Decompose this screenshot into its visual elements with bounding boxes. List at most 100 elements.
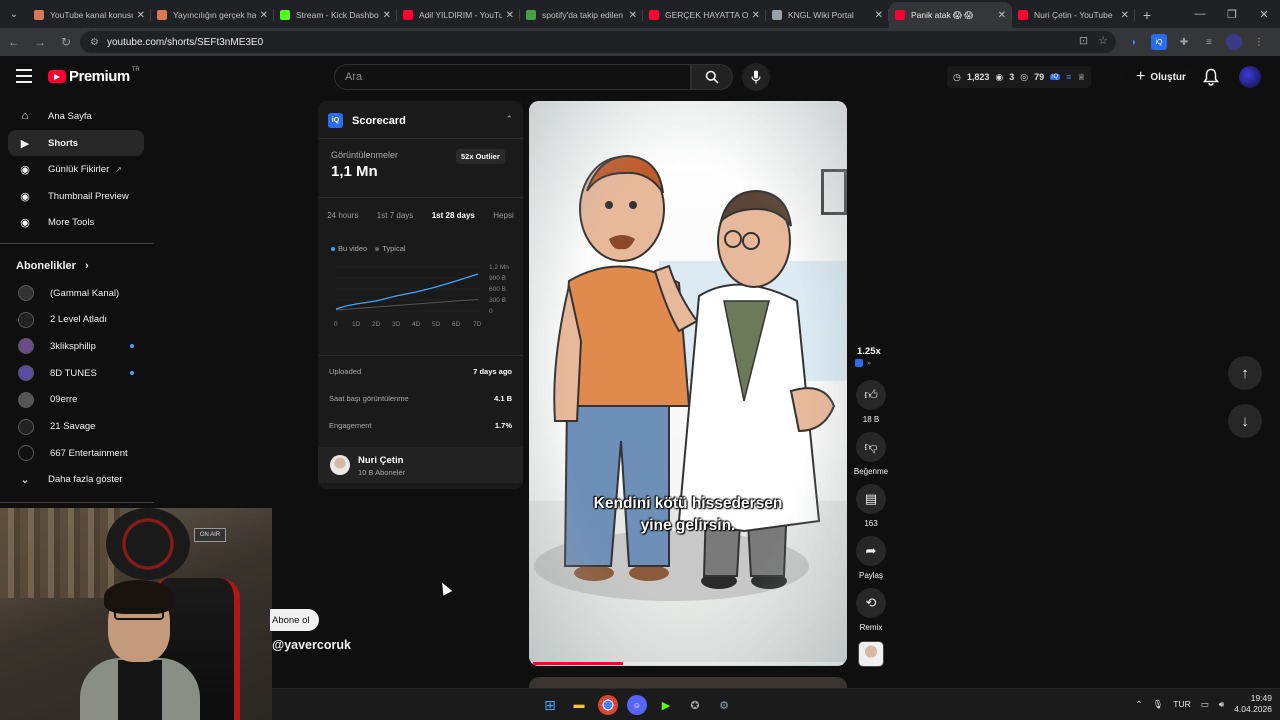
close-tab-icon[interactable]: ✕ xyxy=(137,10,145,21)
comments-button[interactable]: ▤ 163 xyxy=(852,484,890,528)
subscription-channel[interactable]: 8D TUNES xyxy=(8,360,144,386)
subscribe-button[interactable]: Abone ol xyxy=(270,609,319,631)
sidebar-item-shorts[interactable]: ▶ Shorts xyxy=(8,130,144,156)
forward-button[interactable]: → xyxy=(28,30,52,54)
share-button[interactable]: ➦ Paylaş xyxy=(852,536,890,580)
subscription-channel[interactable]: 09erre xyxy=(8,387,144,413)
browser-tab[interactable]: Stream - Kick Dashboard ✕ xyxy=(274,2,397,28)
more-menu-icon[interactable]: ⋮ xyxy=(1251,34,1267,50)
vidiq-stats-bar[interactable]: ◷ 1,823 ◉ 3 ◎ 79 iQ ≡ ♕ xyxy=(947,66,1092,88)
minimize-button[interactable]: — xyxy=(1184,0,1216,28)
browser-tab[interactable]: GERÇEK HAYATTA OYUN ✕ xyxy=(643,2,766,28)
profile-icon[interactable] xyxy=(1226,34,1242,50)
scorecard-channel[interactable]: Nuri Çetin 10 B Aboneler xyxy=(318,447,523,483)
media-controls-icon[interactable]: ≡ xyxy=(1201,34,1217,50)
speed-controls[interactable]: » xyxy=(855,359,871,367)
youtube-logo[interactable]: Premium TR xyxy=(48,67,140,85)
close-tab-icon[interactable]: ✕ xyxy=(629,10,637,21)
playback-speed-label[interactable]: 1.25x xyxy=(857,346,881,357)
subscription-channel[interactable]: 2 Level Atladı xyxy=(8,307,144,333)
browser-tab[interactable]: YouTube kanal konusu ✕ xyxy=(28,2,151,28)
microphone-icon[interactable]: 🎙︎ xyxy=(1153,699,1164,710)
chevron-up-icon[interactable]: ⌃ xyxy=(1135,699,1142,710)
back-button[interactable]: ← xyxy=(2,30,26,54)
sidebar-item-label: More Tools xyxy=(48,216,95,228)
close-tab-icon[interactable]: ✕ xyxy=(383,10,391,21)
discord-icon[interactable]: ☺ xyxy=(627,695,647,715)
like-button[interactable]: 👍︎ 18 B xyxy=(852,380,890,424)
vidiq-icon[interactable]: iQ xyxy=(1050,74,1061,80)
create-button[interactable]: + Oluştur xyxy=(1126,65,1196,89)
vidiq-extension-icon[interactable]: iQ xyxy=(1151,34,1167,50)
tab-24-hours[interactable]: 24 hours xyxy=(327,211,358,220)
reload-button[interactable]: ↻ xyxy=(54,30,78,54)
notifications-bell-icon[interactable] xyxy=(1203,68,1219,86)
bookmark-star-icon[interactable]: ☆ xyxy=(1098,34,1108,47)
new-tab-button[interactable]: + xyxy=(1135,2,1159,28)
tab-first-7-days[interactable]: 1st 7 days xyxy=(377,211,413,220)
browser-tab[interactable]: Adil YILDIRIM - YouTube ✕ xyxy=(397,2,520,28)
sidebar-item-more-tools[interactable]: ◉ More Tools xyxy=(8,209,144,235)
tab-search-button[interactable]: ⌄ xyxy=(0,0,28,28)
sound-avatar[interactable] xyxy=(858,641,884,667)
install-app-icon[interactable]: ⊡ xyxy=(1079,34,1088,47)
channel-name: (Gammal Kanal) xyxy=(50,287,120,299)
wave-extension-icon[interactable]: ◗ xyxy=(1126,34,1142,50)
browser-tab[interactable]: spotify'da takip edilen ✕ xyxy=(520,2,643,28)
game-app-icon[interactable]: ✪ xyxy=(685,695,705,715)
browser-tab-strip: ⌄ YouTube kanal konusu ✕ Yayıncılığın gerç… xyxy=(0,0,1280,28)
tab-all[interactable]: Hepsi xyxy=(493,211,513,220)
subscription-channel[interactable]: (Gammal Kanal) xyxy=(8,280,144,306)
next-short-button[interactable]: ↓ xyxy=(1228,404,1262,438)
file-explorer-icon[interactable]: ▬ xyxy=(569,695,589,715)
shorts-video-player[interactable]: Kendini kötü hissedersen yine gelirsin. xyxy=(529,101,847,666)
browser-tab[interactable]: Nuri Çetin - YouTube ✕ xyxy=(1012,2,1135,28)
site-info-icon[interactable]: ⚙ xyxy=(90,37,99,48)
chrome-icon[interactable] xyxy=(598,695,618,715)
onair-text: ON AIR xyxy=(199,532,221,538)
channel-handle[interactable]: @yavercoruk xyxy=(272,638,351,652)
close-tab-icon[interactable]: ✕ xyxy=(260,10,268,21)
sidebar-item-thumbnail-preview[interactable]: ◉ Thumbnail Preview xyxy=(8,183,144,209)
account-avatar[interactable] xyxy=(1239,66,1261,88)
close-tab-icon[interactable]: ✕ xyxy=(506,10,514,21)
subscription-channel[interactable]: 667 Entertainment xyxy=(8,440,144,466)
subscriptions-heading[interactable]: Abonelikler › xyxy=(16,260,89,272)
dislike-button[interactable]: 👎︎ Beğenme xyxy=(852,432,890,476)
subscription-channel[interactable]: 21 Savage xyxy=(8,414,144,440)
search-input[interactable]: Ara xyxy=(334,64,691,90)
close-tab-icon[interactable]: ✕ xyxy=(998,10,1006,21)
sidebar-item-daily-ideas[interactable]: ◉ Günlük Fikirler ↗ xyxy=(8,156,144,182)
chevron-up-icon[interactable]: ⌃ xyxy=(505,114,513,125)
clock[interactable]: 19:49 4.04.2026 xyxy=(1234,693,1272,715)
search-button[interactable] xyxy=(691,64,733,90)
close-tab-icon[interactable]: ✕ xyxy=(1121,10,1129,21)
close-tab-icon[interactable]: ✕ xyxy=(875,10,883,21)
maximize-button[interactable]: ❐ xyxy=(1216,0,1248,28)
network-icon[interactable]: ▭ xyxy=(1201,699,1209,710)
menu-icon[interactable] xyxy=(16,69,32,83)
scorecard-header[interactable]: iQ Scorecard xyxy=(328,113,406,128)
trophy-icon[interactable]: ♕ xyxy=(1077,72,1085,83)
windows-start-icon[interactable]: ⊞ xyxy=(540,695,560,715)
subscription-channel[interactable]: 3kliksphilip xyxy=(8,333,144,359)
webcam-overlay: ON AIR xyxy=(0,508,272,720)
close-tab-icon[interactable]: ✕ xyxy=(752,10,760,21)
browser-tab[interactable]: KNGL Wiki Portal ✕ xyxy=(766,2,889,28)
voice-search-button[interactable] xyxy=(742,63,770,91)
browser-tab[interactable]: Yayıncılığın gerçek hali ✕ xyxy=(151,2,274,28)
lines-icon[interactable]: ≡ xyxy=(1066,72,1071,82)
close-window-button[interactable]: ✕ xyxy=(1248,0,1280,28)
kick-icon[interactable]: ▶ xyxy=(656,695,676,715)
address-bar[interactable]: ⚙ youtube.com/shorts/SEFt3nME3E0 ⊡ ☆ xyxy=(80,31,1116,53)
tab-first-28-days[interactable]: 1st 28 days xyxy=(432,211,475,220)
settings-icon[interactable]: ⚙ xyxy=(714,695,734,715)
puzzle-icon[interactable]: ✚ xyxy=(1176,34,1192,50)
show-more-button[interactable]: ⌄ Daha fazla göster xyxy=(8,466,144,492)
browser-tab[interactable]: Panik atak 😱 😱 ✕ xyxy=(889,2,1012,28)
sidebar-item-home[interactable]: ⌂ Ana Sayfa xyxy=(8,103,144,129)
remix-button[interactable]: ⟲ Remix xyxy=(852,588,890,632)
language-indicator[interactable]: TUR xyxy=(1173,699,1190,709)
volume-icon[interactable]: 🔊︎ xyxy=(1219,699,1224,710)
previous-short-button[interactable]: ↑ xyxy=(1228,356,1262,390)
